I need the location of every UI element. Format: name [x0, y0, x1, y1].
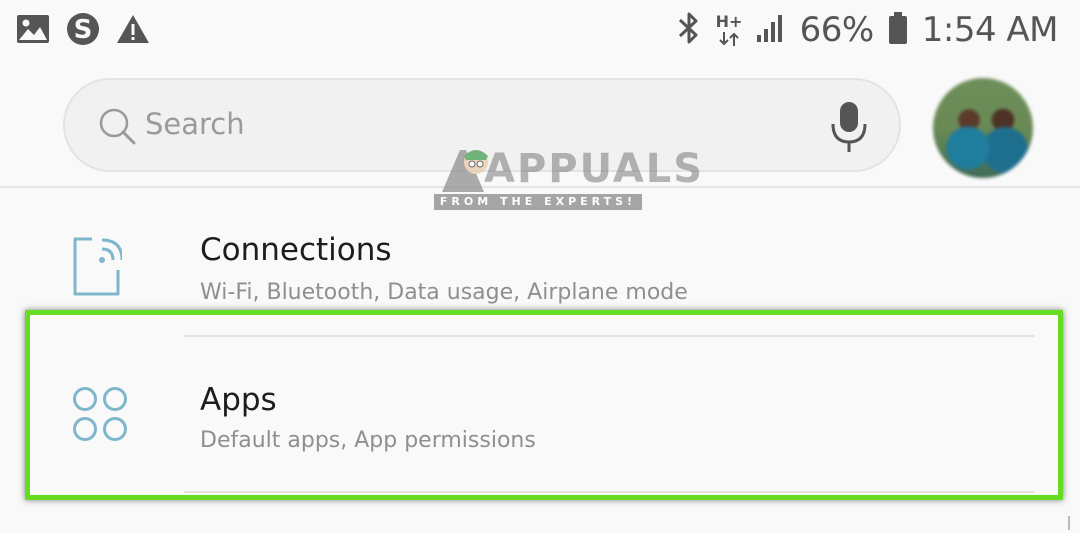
- scroll-indicator: [1068, 516, 1070, 530]
- connections-subtitle: Wi-Fi, Bluetooth, Data usage, Airplane m…: [200, 280, 688, 305]
- apps-highlight-box: [25, 310, 1063, 500]
- network-type-indicator: H+: [716, 10, 742, 50]
- skype-icon: S: [66, 12, 100, 50]
- battery-percent: 66%: [799, 10, 875, 50]
- network-type-label: H+: [715, 12, 743, 31]
- search-placeholder: Search: [145, 107, 245, 141]
- connections-icon: [72, 236, 124, 302]
- search-icon: [97, 106, 137, 150]
- bluetooth-icon: [676, 11, 702, 49]
- image-notification-icon: [16, 14, 50, 48]
- signal-icon: [756, 13, 786, 47]
- settings-item-connections[interactable]: Connections Wi-Fi, Bluetooth, Data usage…: [0, 200, 1080, 310]
- microphone-icon[interactable]: [829, 100, 869, 160]
- connections-title: Connections: [200, 232, 392, 268]
- watermark-title: APPUALS: [484, 146, 705, 192]
- profile-avatar[interactable]: [933, 78, 1033, 178]
- warning-icon: [116, 13, 150, 49]
- clock: 1:54 AM: [921, 10, 1059, 50]
- status-bar: S H+ 66% 1:54 AM: [0, 0, 1080, 66]
- svg-text:S: S: [74, 15, 93, 45]
- battery-icon: [888, 11, 908, 49]
